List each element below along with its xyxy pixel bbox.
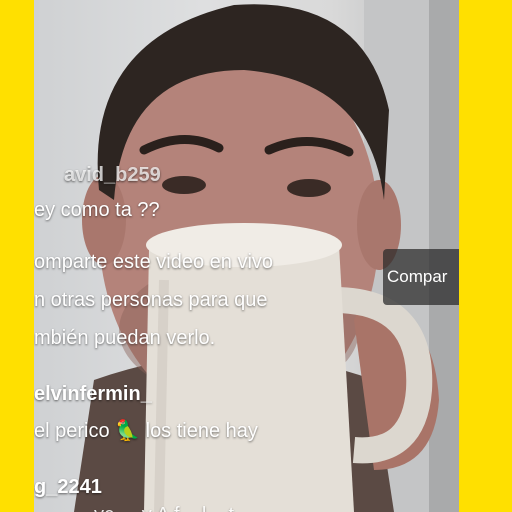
share-button[interactable]: Compar	[383, 249, 459, 305]
system-message-line: mbién puedan verlo.	[34, 327, 216, 349]
right-frame-bar	[459, 0, 512, 512]
left-frame-bar	[0, 0, 34, 512]
comment-username[interactable]: elvinfermin_	[34, 383, 152, 406]
comment-text-part: el perico	[34, 420, 116, 442]
comment-username[interactable]: avid_b259	[64, 164, 161, 187]
comment-text: el perico 🦜 los tiene hay	[34, 412, 258, 450]
comment-text-part: los tiene hay	[140, 420, 258, 442]
parrot-icon: 🦜	[115, 420, 141, 442]
comment-text: ey como ta ??	[34, 199, 160, 221]
system-message-line: n otras personas para que	[34, 289, 268, 311]
system-message-line: omparte este video en vivo	[34, 251, 274, 273]
comment-text: …yc ... y A f... l... t	[74, 496, 234, 512]
live-video: avid_b259 ey como ta ?? omparte este vid…	[34, 0, 459, 512]
